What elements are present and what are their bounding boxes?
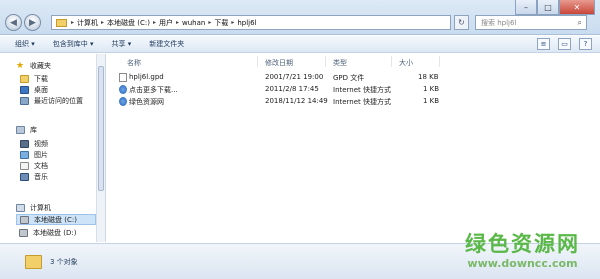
- nav-drive-c[interactable]: 本地磁盘 (C:): [16, 214, 96, 225]
- file-size: 1 KB: [423, 97, 440, 105]
- video-icon: [20, 139, 29, 148]
- internet-shortcut-icon: [119, 97, 127, 106]
- organize-menu[interactable]: 组织 ▾: [15, 39, 35, 49]
- minimize-button[interactable]: –: [515, 0, 537, 15]
- refresh-icon[interactable]: ↻: [454, 15, 469, 30]
- file-modified: 2011/2/8 17:45: [265, 85, 319, 93]
- column-header: 名称 修改日期 类型 大小: [107, 54, 600, 69]
- drive-icon: [20, 215, 29, 224]
- computer-icon: [16, 203, 25, 212]
- breadcrumb-hplj6l[interactable]: hplj6l: [234, 19, 259, 27]
- nav-music[interactable]: 音乐: [20, 171, 48, 182]
- watermark-brand: 绿色资源网: [465, 232, 580, 256]
- nav-drive-d[interactable]: 本地磁盘 (D:): [16, 227, 96, 238]
- file-size: 18 KB: [418, 73, 439, 81]
- nav-scrollbar-thumb[interactable]: [98, 66, 104, 191]
- share-menu[interactable]: 共享 ▾: [112, 39, 132, 49]
- address-bar[interactable]: ▸ 计算机 ▸ 本地磁盘 (C:) ▸ 用户 ▸ wuhan ▸ 下载 ▸ hp…: [51, 15, 451, 30]
- star-icon: ★: [16, 60, 25, 71]
- title-bar: – □ ✕ ◀ ▶ ▸ 计算机 ▸ 本地磁盘 (C:) ▸ 用户 ▸ wuhan…: [0, 0, 600, 35]
- file-row[interactable]: 绿色资源网 2018/11/12 14:49 Internet 快捷方式 1 K…: [107, 96, 447, 107]
- nav-favorites[interactable]: ★ 收藏夹: [16, 60, 51, 71]
- file-type: Internet 快捷方式: [333, 98, 392, 106]
- file-name: 点击更多下载...: [129, 86, 178, 94]
- close-button[interactable]: ✕: [559, 0, 595, 15]
- breadcrumb-wuhan[interactable]: wuhan: [179, 19, 208, 27]
- nav-downloads[interactable]: 下载: [20, 73, 83, 84]
- file-name: 绿色资源网: [129, 98, 164, 106]
- internet-shortcut-icon: [119, 85, 127, 94]
- nav-desktop[interactable]: 桌面: [20, 84, 83, 95]
- file-type: Internet 快捷方式: [333, 86, 392, 94]
- library-icon: [16, 125, 25, 134]
- breadcrumb-users[interactable]: 用户: [156, 18, 176, 28]
- file-row[interactable]: 点击更多下载... 2011/2/8 17:45 Internet 快捷方式 1…: [107, 84, 447, 95]
- nav-scrollbar[interactable]: [97, 54, 106, 242]
- file-name: hplj6l.gpd: [129, 73, 164, 81]
- column-modified[interactable]: 修改日期: [265, 58, 293, 68]
- nav-computer[interactable]: 计算机: [16, 202, 51, 213]
- nav-documents[interactable]: 文档: [20, 160, 48, 171]
- window-controls: – □ ✕: [515, 0, 595, 15]
- nav-videos[interactable]: 视频: [20, 138, 48, 149]
- recent-places-icon: [20, 96, 29, 105]
- view-options-icon[interactable]: ≡: [537, 38, 550, 50]
- picture-icon: [20, 150, 29, 159]
- column-size[interactable]: 大小: [399, 58, 413, 68]
- file-type: GPD 文件: [333, 74, 365, 82]
- document-icon: [20, 161, 29, 170]
- folder-icon: [56, 18, 67, 27]
- breadcrumb-drive-c[interactable]: 本地磁盘 (C:): [104, 18, 153, 28]
- drive-icon: [19, 228, 28, 237]
- file-modified: 2018/11/12 14:49: [265, 97, 328, 105]
- file-row[interactable]: hplj6l.gpd 2001/7/21 19:00 GPD 文件 18 KB: [107, 72, 447, 83]
- navigation-pane: ★ 收藏夹 下载 桌面 最近访问的位置 库 视频 图片 文档 音乐 计算机 本地…: [0, 54, 97, 242]
- back-button[interactable]: ◀: [5, 14, 22, 31]
- nav-recent[interactable]: 最近访问的位置: [20, 95, 83, 106]
- include-in-library-menu[interactable]: 包含到库中 ▾: [53, 39, 94, 49]
- breadcrumb-computer[interactable]: 计算机: [74, 18, 101, 28]
- folder-icon: [25, 254, 42, 269]
- search-icon: ⌕: [577, 17, 582, 27]
- command-bar: 组织 ▾ 包含到库中 ▾ 共享 ▾ 新建文件夹 ≡ ▭ ?: [0, 36, 600, 53]
- preview-pane-icon[interactable]: ▭: [558, 38, 571, 50]
- watermark: 绿色资源网 www.downcc.com: [465, 228, 580, 270]
- new-folder-button[interactable]: 新建文件夹: [149, 39, 184, 49]
- file-list: 名称 修改日期 类型 大小 hplj6l.gpd 2001/7/21 19:00…: [107, 54, 600, 242]
- search-input[interactable]: 搜索 hplj6l ⌕: [475, 15, 587, 30]
- maximize-button[interactable]: □: [537, 0, 559, 15]
- file-size: 1 KB: [423, 85, 440, 93]
- help-icon[interactable]: ?: [579, 38, 592, 50]
- file-modified: 2001/7/21 19:00: [265, 73, 324, 81]
- music-icon: [20, 172, 29, 181]
- nav-pictures[interactable]: 图片: [20, 149, 48, 160]
- item-count: 3 个对象: [50, 257, 78, 266]
- column-name[interactable]: 名称: [127, 58, 141, 68]
- watermark-url: www.downcc.com: [467, 257, 578, 270]
- breadcrumb-downloads[interactable]: 下载: [211, 18, 231, 28]
- search-placeholder: 搜索 hplj6l: [481, 18, 517, 27]
- nav-libraries[interactable]: 库: [16, 124, 37, 135]
- desktop-icon: [20, 85, 29, 94]
- column-type[interactable]: 类型: [333, 58, 347, 68]
- downloads-folder-icon: [20, 74, 29, 83]
- forward-button[interactable]: ▶: [24, 14, 41, 31]
- gpd-file-icon: [119, 73, 127, 82]
